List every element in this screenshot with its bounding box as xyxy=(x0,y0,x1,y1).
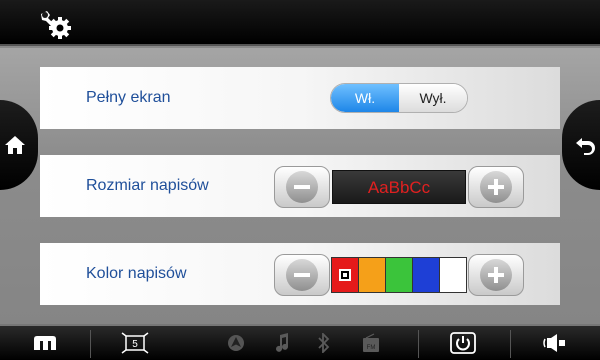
plus-icon xyxy=(488,267,504,283)
back-arrow-icon xyxy=(576,138,595,155)
subtitle-color-next-button[interactable] xyxy=(468,254,524,296)
menu-icon xyxy=(34,336,56,350)
music-button[interactable] xyxy=(270,326,294,360)
minus-icon xyxy=(294,185,310,189)
power-icon xyxy=(450,332,476,354)
volume-icon xyxy=(543,334,565,352)
subtitle-color-previous-button[interactable] xyxy=(274,254,330,296)
navigation-button[interactable] xyxy=(224,326,248,360)
subtitle-color-row: Kolor napisów xyxy=(40,243,560,305)
subtitle-size-increase-button[interactable] xyxy=(468,166,524,208)
bluetooth-button[interactable] xyxy=(314,326,334,360)
fullscreen-toggle[interactable]: Wł. Wył. xyxy=(330,83,468,113)
minus-icon xyxy=(294,273,310,277)
fullscreen-off-button[interactable]: Wył. xyxy=(399,84,467,112)
settings-wrench-gear-icon xyxy=(41,11,71,39)
home-button[interactable] xyxy=(0,100,38,190)
color-swatches xyxy=(331,257,467,293)
back-button[interactable] xyxy=(562,100,600,190)
fm-radio-button[interactable]: FM xyxy=(360,326,382,360)
settings-panel: Pełny ekran Wł. Wył. Rozmiar napisów AaB… xyxy=(0,48,600,324)
subtitle-size-label: Rozmiar napisów xyxy=(86,177,209,194)
screen-mode-button[interactable]: 5 xyxy=(112,326,158,360)
fm-radio-icon: FM xyxy=(363,333,379,352)
menu-button[interactable] xyxy=(22,326,68,360)
fm-label: FM xyxy=(367,345,376,351)
home-icon xyxy=(5,136,25,154)
color-swatch[interactable] xyxy=(440,258,466,292)
color-swatch[interactable] xyxy=(332,258,358,292)
subtitle-color-label: Kolor napisów xyxy=(86,265,187,282)
music-icon xyxy=(276,333,288,352)
navigation-icon xyxy=(228,335,244,351)
fullscreen-on-button[interactable]: Wł. xyxy=(331,84,399,112)
bottom-bar: 5 FM xyxy=(0,324,600,360)
plus-icon xyxy=(488,179,504,195)
screen-number: 5 xyxy=(132,339,138,350)
volume-button[interactable] xyxy=(532,326,578,360)
power-button[interactable] xyxy=(440,326,486,360)
top-bar xyxy=(0,0,600,46)
screen-5-icon: 5 xyxy=(121,332,149,354)
selected-marker xyxy=(339,269,351,281)
subtitle-size-preview: AaBbCc xyxy=(332,170,466,204)
subtitle-size-decrease-button[interactable] xyxy=(274,166,330,208)
fullscreen-row: Pełny ekran Wł. Wył. xyxy=(40,67,560,129)
subtitle-size-row: Rozmiar napisów AaBbCc xyxy=(40,155,560,217)
bluetooth-icon xyxy=(318,333,330,353)
color-swatch[interactable] xyxy=(386,258,412,292)
fullscreen-label: Pełny ekran xyxy=(86,89,171,106)
color-swatch[interactable] xyxy=(413,258,439,292)
color-swatch[interactable] xyxy=(359,258,385,292)
